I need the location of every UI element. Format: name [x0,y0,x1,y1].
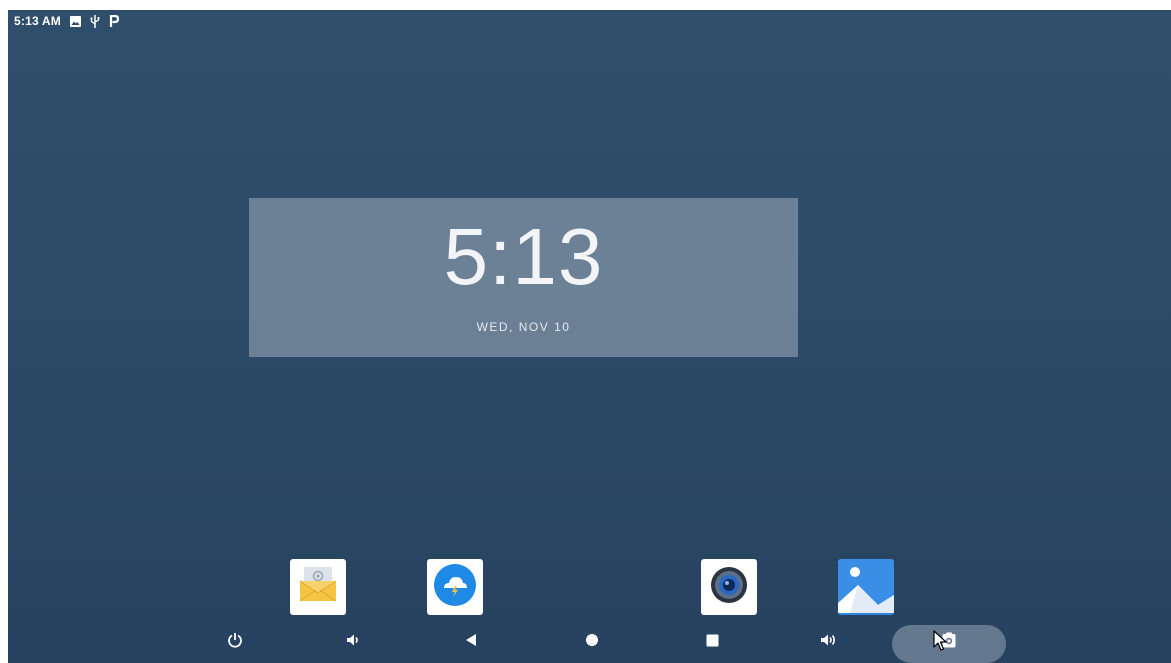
home-icon [585,633,599,652]
power-icon [227,632,243,653]
volume-down-icon [345,632,361,653]
navigation-bar [8,622,1171,663]
status-time: 5:13 AM [14,14,61,28]
volume-down-button[interactable] [333,622,373,663]
volume-up-button[interactable] [809,622,849,663]
power-button[interactable] [215,622,255,663]
music-app[interactable] [701,559,757,615]
browser-app[interactable] [427,559,483,615]
gallery-icon [838,559,894,615]
speaker-icon [701,559,757,615]
clock-date: WED, NOV 10 [476,320,571,334]
home-button[interactable] [572,622,612,663]
p-icon [109,15,119,27]
clock-widget[interactable]: 5:13 WED, NOV 10 [249,198,798,357]
home-screen: 5:13 AM 5:13 WED, NOV 10 [8,10,1171,663]
image-icon [69,15,81,27]
clock-time: 5:13 [443,212,604,301]
back-icon [464,633,478,652]
back-button[interactable] [451,622,491,663]
mouse-cursor-icon [933,630,947,657]
mail-icon [290,559,346,615]
cloud-lightning-icon [427,559,483,615]
status-bar: 5:13 AM [8,10,1171,32]
email-app[interactable] [290,559,346,615]
recents-icon [706,634,719,652]
volume-up-icon [820,632,838,653]
recents-button[interactable] [692,622,732,663]
usb-icon [90,14,100,28]
gallery-app[interactable] [838,559,894,615]
